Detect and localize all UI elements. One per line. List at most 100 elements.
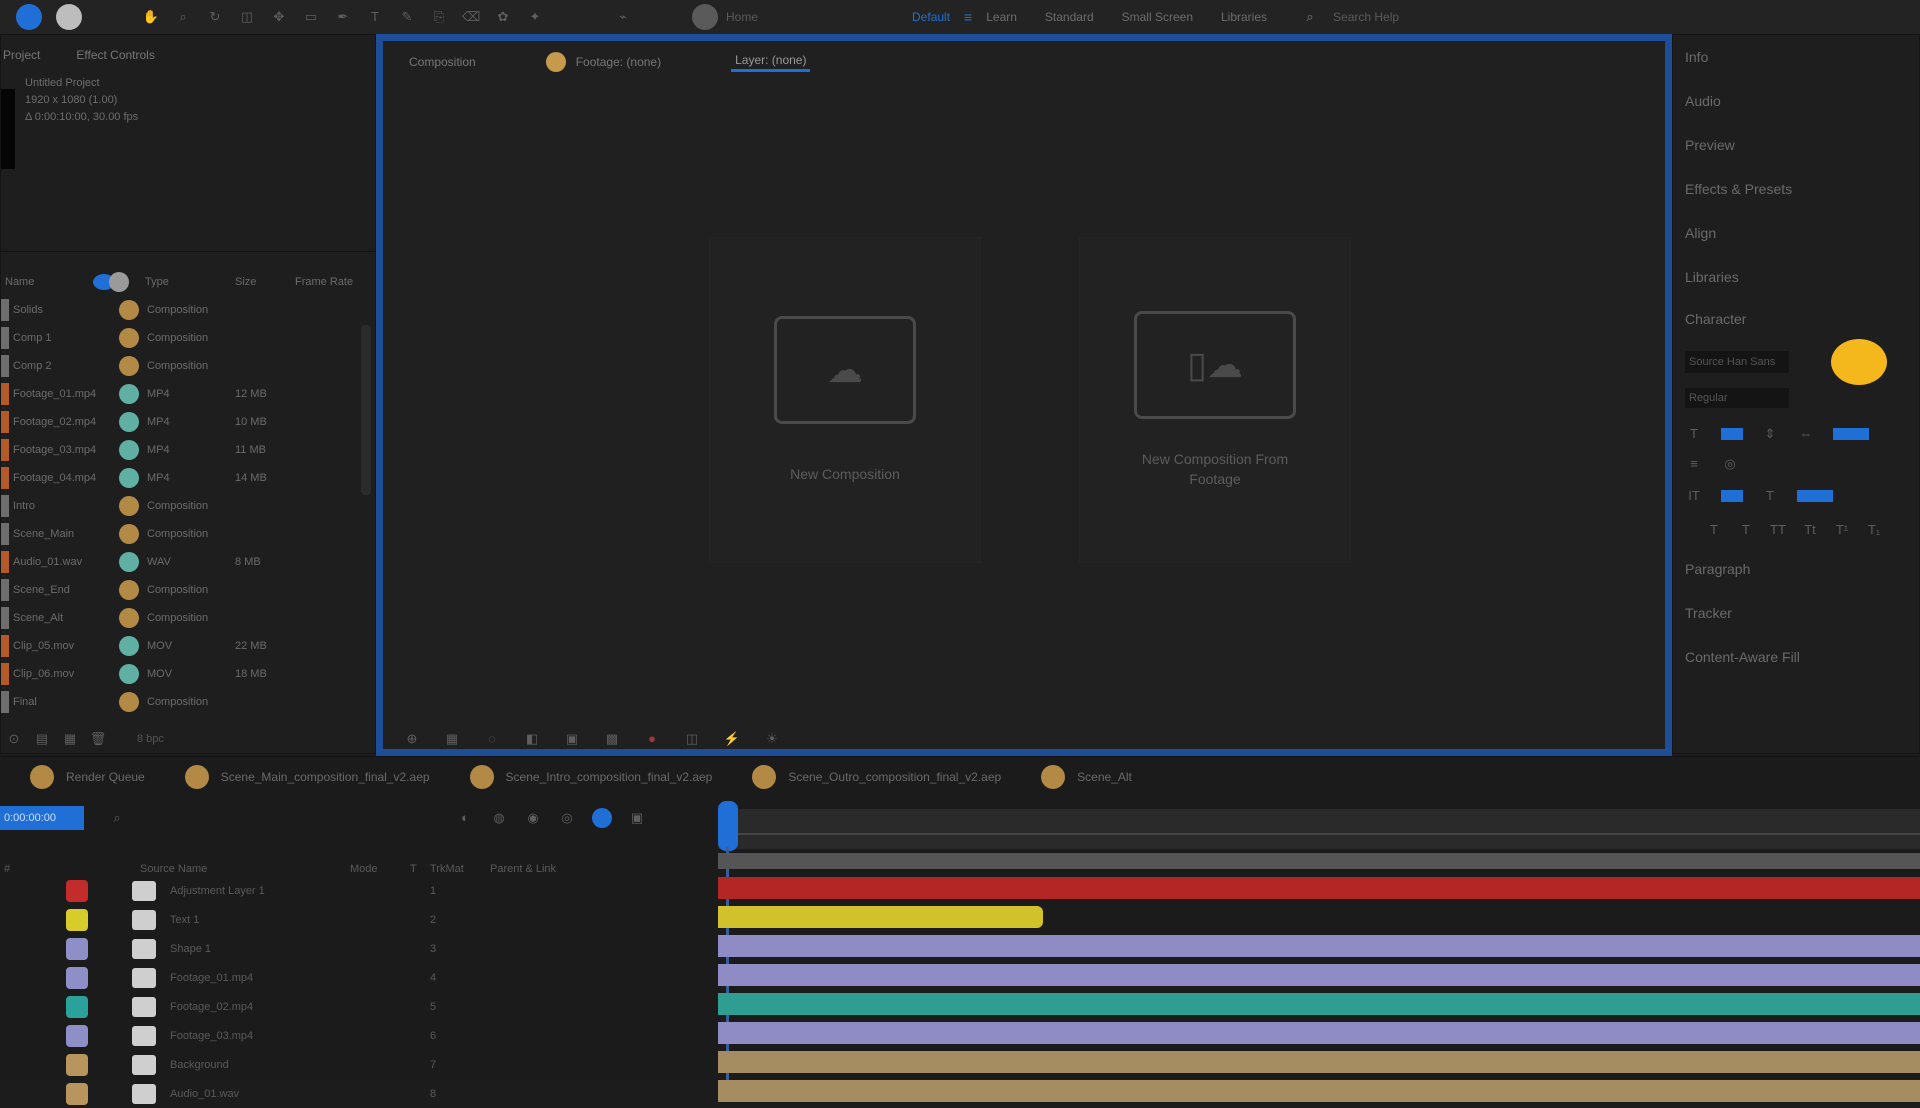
layer-row[interactable]: Footage_01.mp4 4	[0, 964, 560, 992]
camera-view-icon[interactable]: ◫	[683, 731, 701, 747]
column-frame-rate[interactable]: Frame Rate	[295, 276, 353, 288]
section-preview[interactable]: Preview	[1673, 123, 1919, 167]
vertical-scale-value[interactable]	[1721, 490, 1743, 502]
layer-switch-icon[interactable]	[132, 1026, 156, 1046]
section-audio[interactable]: Audio	[1673, 79, 1919, 123]
new-folder-icon[interactable]: ▤	[33, 731, 51, 747]
time-ruler[interactable]	[718, 809, 1920, 849]
project-item[interactable]: Scene_Main Composition	[1, 520, 375, 548]
column-trkmat[interactable]: TrkMat	[430, 863, 490, 875]
zoom-tool-icon[interactable]: ⌕	[174, 9, 192, 25]
layer-track-bar[interactable]	[718, 964, 1920, 986]
workspace-menu-icon[interactable]: ≡	[964, 9, 972, 25]
layer-row[interactable]: Footage_03.mp4 6	[0, 1022, 560, 1050]
font-size-icon[interactable]: T	[1685, 426, 1703, 442]
interpret-footage-icon[interactable]: ⊙	[5, 731, 23, 747]
timeline-search-icon[interactable]: ⌕	[108, 810, 126, 826]
comp-tab-scene-outro[interactable]: Scene_Outro_composition_final_v2.aep	[752, 757, 1001, 797]
superscript-icon[interactable]: T¹	[1833, 522, 1851, 538]
project-item[interactable]: Footage_02.mp4 MP4 10 MB	[1, 408, 375, 436]
section-align[interactable]: Align	[1673, 211, 1919, 255]
layer-switch-icon[interactable]	[132, 939, 156, 959]
tab-footage[interactable]: Footage: (none)	[545, 52, 661, 72]
tab-composition[interactable]: Composition	[409, 55, 476, 69]
project-item[interactable]: Comp 1 Composition	[1, 324, 375, 352]
grid-icon[interactable]: ▦	[443, 731, 461, 747]
workspace-tab-learn[interactable]: Learn	[972, 0, 1031, 34]
search-help-label[interactable]: Search Help	[1333, 10, 1399, 24]
shy-icon[interactable]: ◍	[490, 810, 508, 826]
section-tracker[interactable]: Tracker	[1673, 591, 1919, 635]
vertical-scale-icon[interactable]: IT	[1685, 488, 1703, 504]
camera-tool-icon[interactable]: ◫	[238, 9, 256, 25]
layer-switch-icon[interactable]	[132, 1055, 156, 1075]
column-t[interactable]: T	[410, 863, 430, 875]
rectangle-tool-icon[interactable]: ▭	[302, 9, 320, 25]
snapping-icon[interactable]: ⌁	[614, 9, 632, 25]
project-scrollbar[interactable]	[361, 325, 371, 495]
leading-value[interactable]	[1833, 428, 1869, 440]
horizontal-scale-icon[interactable]: T	[1761, 488, 1779, 504]
home-icon[interactable]	[16, 4, 42, 30]
tracking-icon[interactable]: ≡	[1685, 456, 1703, 472]
tag-column-icon[interactable]	[109, 272, 129, 292]
column-source-name[interactable]: Source Name	[60, 863, 280, 875]
layer-switch-icon[interactable]	[132, 881, 156, 901]
brush-tool-icon[interactable]: ✎	[398, 9, 416, 25]
column-name[interactable]: Name	[1, 276, 93, 288]
transparency-icon[interactable]: ▩	[603, 731, 621, 747]
leading-icon[interactable]: ⇕	[1761, 426, 1779, 442]
layer-label-color[interactable]	[66, 996, 88, 1018]
kerning-icon[interactable]: ⇔	[1797, 426, 1815, 442]
section-content-aware-fill[interactable]: Content-Aware Fill	[1673, 635, 1919, 679]
layer-label-color[interactable]	[66, 1054, 88, 1076]
project-item[interactable]: Intro Composition	[1, 492, 375, 520]
layer-track-bar[interactable]	[718, 993, 1920, 1015]
workspace-tab-standard[interactable]: Standard	[1031, 0, 1108, 34]
column-parent-link[interactable]: Parent & Link	[490, 863, 556, 875]
type-tool-icon[interactable]: T	[366, 9, 384, 25]
workspace-tab-libraries[interactable]: Libraries	[1207, 0, 1281, 34]
column-number[interactable]: #	[0, 863, 60, 875]
tab-project[interactable]: Project	[3, 48, 40, 62]
project-item[interactable]: Footage_03.mp4 MP4 11 MB	[1, 436, 375, 464]
comp-tab-render-queue[interactable]: Render Queue	[30, 757, 145, 797]
column-size[interactable]: Size	[235, 276, 295, 288]
delete-icon[interactable]: 🗑	[89, 731, 107, 747]
layer-label-color[interactable]	[66, 967, 88, 989]
project-item[interactable]: Solids Composition	[1, 296, 375, 324]
font-family-select[interactable]: Source Han Sans	[1685, 351, 1789, 373]
comp-tab-scene-alt[interactable]: Scene_Alt	[1041, 757, 1132, 797]
section-effects-presets[interactable]: Effects & Presets	[1673, 167, 1919, 211]
layer-label-color[interactable]	[66, 1025, 88, 1047]
layer-row[interactable]: Text 1 2	[0, 906, 560, 934]
comp-tab-scene-intro[interactable]: Scene_Intro_composition_final_v2.aep	[469, 757, 712, 797]
timecode-display[interactable]: 0:00:00:00	[0, 806, 84, 830]
all-caps-icon[interactable]: TT	[1769, 522, 1787, 538]
section-paragraph[interactable]: Paragraph	[1673, 547, 1919, 591]
graph-editor-icon[interactable]	[592, 808, 612, 828]
new-composition-icon[interactable]: ▦	[61, 731, 79, 747]
layer-row[interactable]: Footage_02.mp4 5	[0, 993, 560, 1021]
layer-row[interactable]: Background 7	[0, 1051, 560, 1079]
motion-blur-icon[interactable]: ◎	[558, 810, 576, 826]
bit-depth-label[interactable]: 8 bpc	[137, 733, 164, 745]
workspace-tab-default[interactable]: Default	[898, 0, 964, 34]
section-libraries[interactable]: Libraries	[1673, 255, 1919, 299]
clone-stamp-tool-icon[interactable]: ⎘	[430, 9, 448, 25]
faux-bold-icon[interactable]: T	[1705, 522, 1723, 538]
layer-row[interactable]: Adjustment Layer 1 1	[0, 877, 560, 905]
puppet-tool-icon[interactable]: ✦	[526, 9, 544, 25]
render-icon[interactable]: ▣	[628, 810, 646, 826]
color-channel-icon[interactable]: ●	[643, 731, 661, 747]
project-item[interactable]: Audio_01.wav WAV 8 MB	[1, 548, 375, 576]
project-item[interactable]: Clip_05.mov MOV 22 MB	[1, 632, 375, 660]
layer-track-bar[interactable]	[718, 1080, 1920, 1102]
project-item[interactable]: Clip_06.mov MOV 18 MB	[1, 660, 375, 688]
small-caps-icon[interactable]: Tt	[1801, 522, 1819, 538]
project-item[interactable]: Scene_Alt Composition	[1, 604, 375, 632]
eraser-tool-icon[interactable]: ⌫	[462, 9, 480, 25]
frame-blending-icon[interactable]: ◉	[524, 810, 542, 826]
section-info[interactable]: Info	[1673, 35, 1919, 79]
rotate-tool-icon[interactable]: ↻	[206, 9, 224, 25]
